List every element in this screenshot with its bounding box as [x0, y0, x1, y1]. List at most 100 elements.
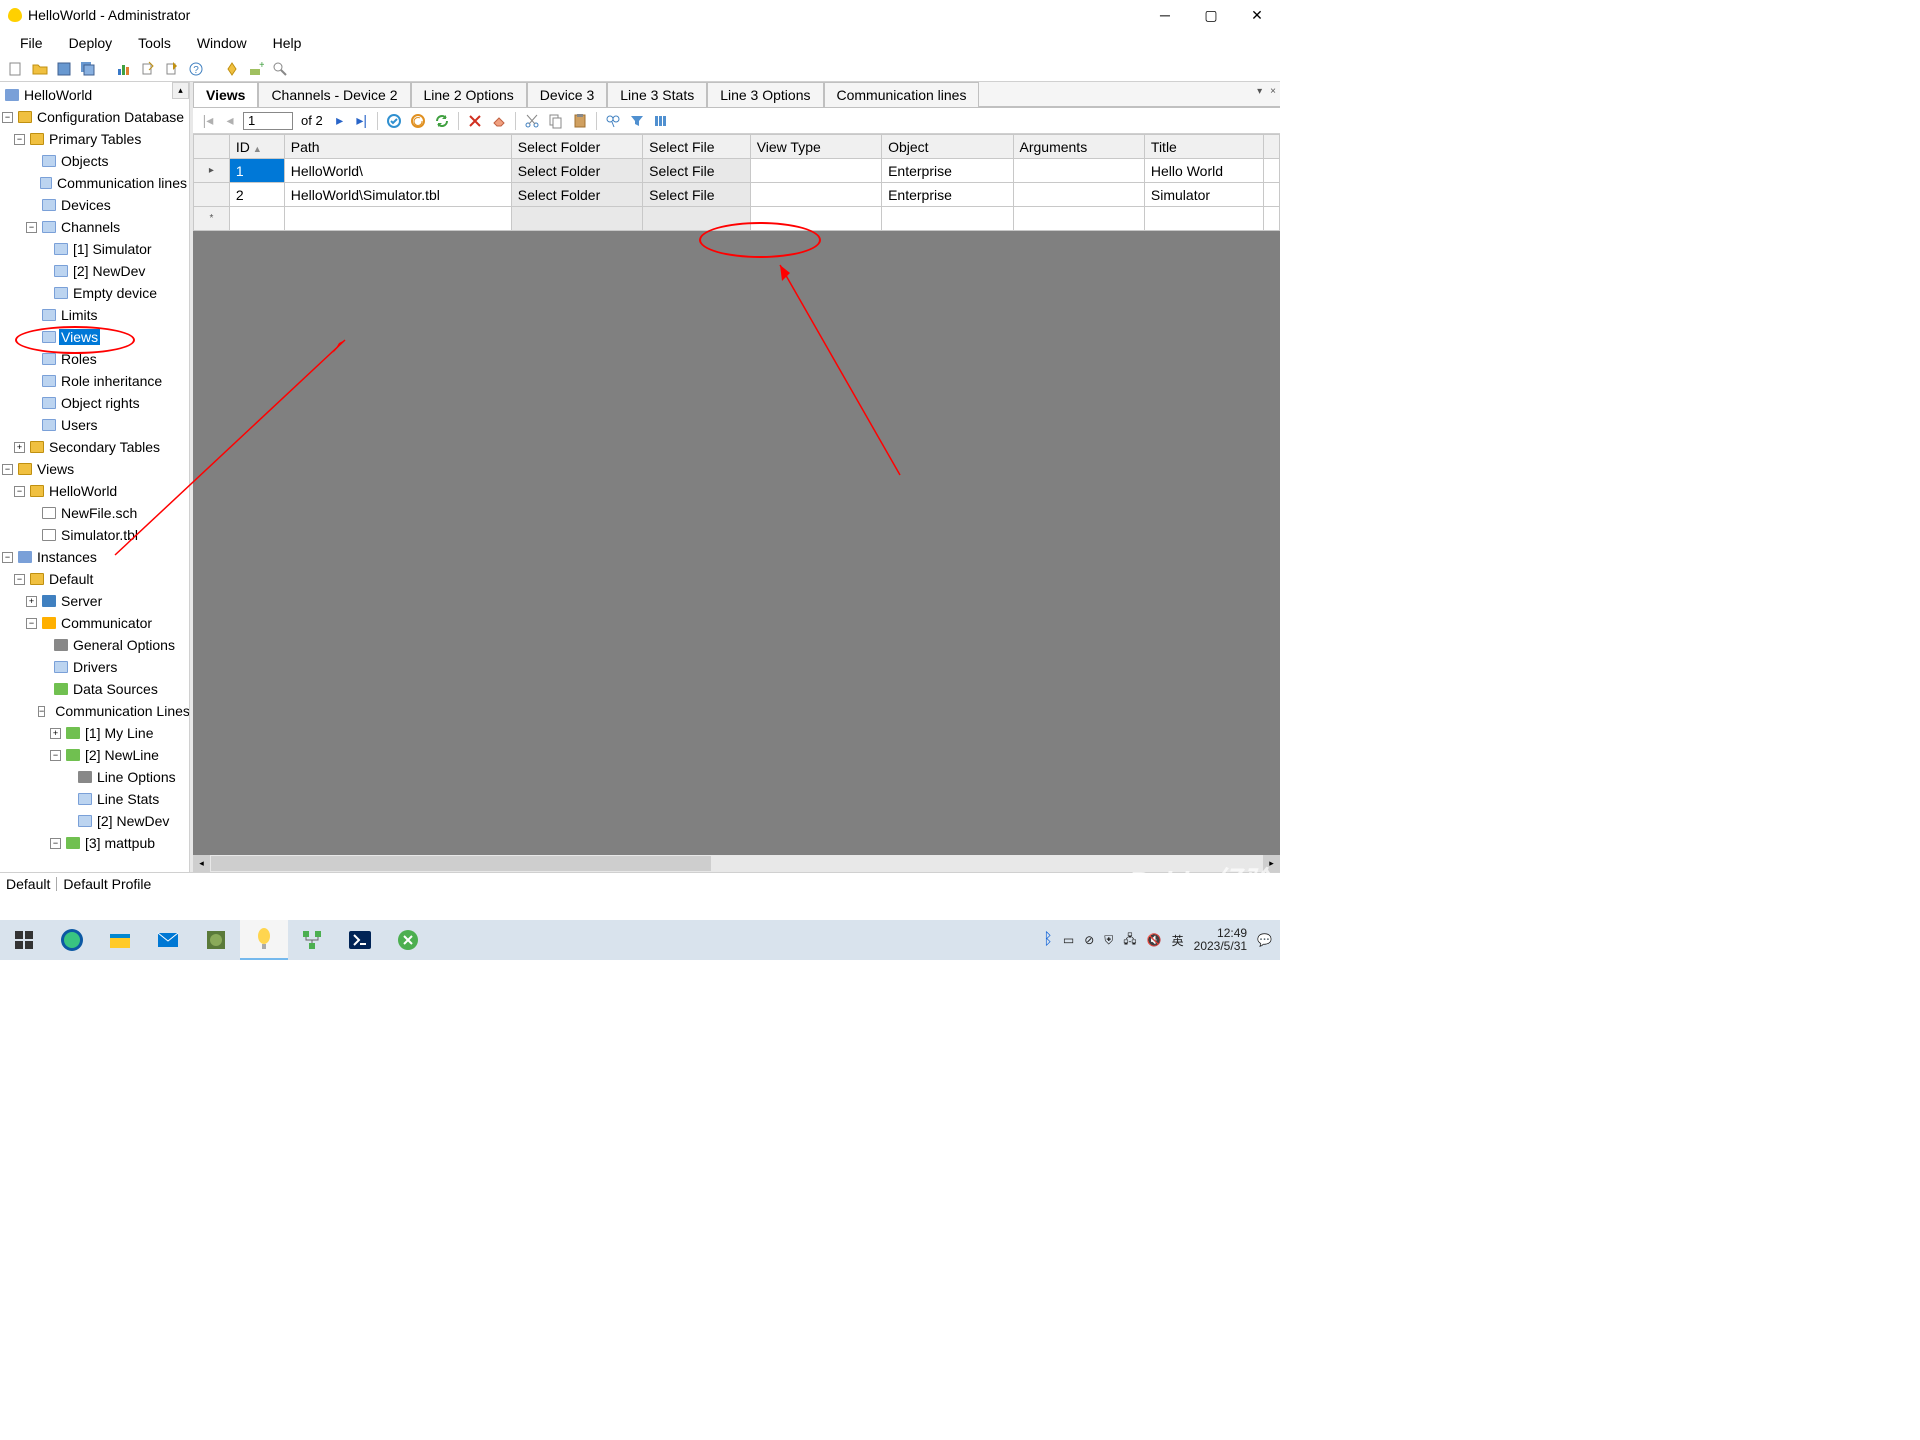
tray-shield-icon[interactable]: ⛨ — [1104, 933, 1113, 948]
apply-icon[interactable] — [384, 111, 404, 131]
tree-objrights[interactable]: Object rights — [0, 392, 189, 414]
tree-hw[interactable]: −HelloWorld — [0, 480, 189, 502]
col-selfolder[interactable]: Select Folder — [511, 135, 642, 159]
menu-tools[interactable]: Tools — [126, 31, 183, 55]
tree-scroll-up[interactable]: ▴ — [172, 82, 189, 99]
cell-id[interactable]: 2 — [229, 183, 284, 207]
task-mail[interactable] — [144, 920, 192, 960]
tree-myline[interactable]: +[1] My Line — [0, 722, 189, 744]
clear-icon[interactable] — [489, 111, 509, 131]
tab-commlines[interactable]: Communication lines — [824, 82, 980, 107]
tree-viewsfolder[interactable]: −Views — [0, 458, 189, 480]
cell-args[interactable] — [1013, 159, 1144, 183]
bluetooth-icon[interactable]: ᛒ — [1043, 931, 1053, 949]
menu-window[interactable]: Window — [185, 31, 259, 55]
task-edge[interactable] — [48, 920, 96, 960]
refresh-icon[interactable] — [432, 111, 452, 131]
menu-deploy[interactable]: Deploy — [57, 31, 125, 55]
new-icon[interactable] — [6, 59, 26, 79]
col-path[interactable]: Path — [284, 135, 511, 159]
task-explorer[interactable] — [96, 920, 144, 960]
tree-channels[interactable]: −Channels — [0, 216, 189, 238]
tree-ch2[interactable]: [2] NewDev — [0, 260, 189, 282]
scroll-left-icon[interactable]: ◂ — [193, 855, 210, 872]
tree-roles[interactable]: Roles — [0, 348, 189, 370]
tree-cfgdb[interactable]: −Configuration Database — [0, 106, 189, 128]
ime-indicator[interactable]: 英 — [1172, 932, 1184, 949]
close-button[interactable]: ✕ — [1234, 0, 1280, 30]
tree-simtbl[interactable]: Simulator.tbl — [0, 524, 189, 546]
add-icon[interactable]: + — [246, 59, 266, 79]
nav-prev-icon[interactable]: ◂ — [221, 112, 239, 130]
tree-lineopt[interactable]: Line Options — [0, 766, 189, 788]
grid-row[interactable]: ▸ 1 HelloWorld\ Select Folder Select Fil… — [194, 159, 1280, 183]
save-icon[interactable] — [54, 59, 74, 79]
menu-file[interactable]: File — [8, 31, 55, 55]
filter-icon[interactable] — [627, 111, 647, 131]
tree-objects[interactable]: Objects — [0, 150, 189, 172]
tree-communicator[interactable]: −Communicator — [0, 612, 189, 634]
cell-path[interactable]: HelloWorld\Simulator.tbl — [284, 183, 511, 207]
tray-block-icon[interactable]: ⊘ — [1084, 933, 1094, 947]
menu-help[interactable]: Help — [261, 31, 314, 55]
cell-id[interactable]: 1 — [229, 159, 284, 183]
paste-icon[interactable] — [570, 111, 590, 131]
page-input[interactable] — [243, 112, 293, 130]
notifications-icon[interactable]: 💬 — [1257, 933, 1272, 947]
tree-instances[interactable]: −Instances — [0, 546, 189, 568]
autosize-icon[interactable] — [651, 111, 671, 131]
tree-newdev2[interactable]: [2] NewDev — [0, 810, 189, 832]
tree-roleinh[interactable]: Role inheritance — [0, 370, 189, 392]
volume-icon[interactable]: 🔇 — [1147, 933, 1162, 947]
copy-icon[interactable] — [546, 111, 566, 131]
tree-server[interactable]: +Server — [0, 590, 189, 612]
help-icon[interactable]: ? — [186, 59, 206, 79]
tab-dropdown[interactable]: ▾ — [1253, 82, 1266, 107]
tree-commlines[interactable]: Communication lines — [0, 172, 189, 194]
task-app[interactable] — [384, 920, 432, 960]
tray-network-icon[interactable]: 🖧 — [1123, 930, 1136, 951]
cancel-icon[interactable] — [408, 111, 428, 131]
tree-ch1[interactable]: [1] Simulator — [0, 238, 189, 260]
cell-selfile[interactable]: Select File — [643, 159, 751, 183]
tree-drivers[interactable]: Drivers — [0, 656, 189, 678]
tab-line3-stats[interactable]: Line 3 Stats — [607, 82, 707, 107]
tab-views[interactable]: Views — [193, 82, 258, 107]
cell-viewtype[interactable] — [750, 159, 881, 183]
tab-line2-options[interactable]: Line 2 Options — [411, 82, 527, 107]
tree-users[interactable]: Users — [0, 414, 189, 436]
cell-object[interactable]: Enterprise — [882, 183, 1013, 207]
search-icon[interactable] — [270, 59, 290, 79]
col-viewtype[interactable]: View Type — [750, 135, 881, 159]
tree-root[interactable]: HelloWorld — [0, 84, 189, 106]
tree-secondary[interactable]: +Secondary Tables — [0, 436, 189, 458]
tree-default[interactable]: −Default — [0, 568, 189, 590]
data-grid[interactable]: ID▲ Path Select Folder Select File View … — [193, 134, 1280, 231]
tree-commlines2[interactable]: −Communication Lines — [0, 700, 189, 722]
cell-selfile[interactable]: Select File — [643, 183, 751, 207]
tree-linestats[interactable]: Line Stats — [0, 788, 189, 810]
cell-selfolder[interactable]: Select Folder — [511, 183, 642, 207]
tree-limits[interactable]: Limits — [0, 304, 189, 326]
cut-icon[interactable] — [522, 111, 542, 131]
nav-next-icon[interactable]: ▸ — [331, 112, 349, 130]
nav-first-icon[interactable]: |◂ — [199, 112, 217, 130]
delete-icon[interactable] — [465, 111, 485, 131]
nav-last-icon[interactable]: ▸| — [353, 112, 371, 130]
tab-device3[interactable]: Device 3 — [527, 82, 607, 107]
tree-primary[interactable]: −Primary Tables — [0, 128, 189, 150]
grid-row[interactable]: 2 HelloWorld\Simulator.tbl Select Folder… — [194, 183, 1280, 207]
cell-object[interactable]: Enterprise — [882, 159, 1013, 183]
cell-path[interactable]: HelloWorld\ — [284, 159, 511, 183]
tree-newline[interactable]: −[2] NewLine — [0, 744, 189, 766]
cell-args[interactable] — [1013, 183, 1144, 207]
tree-datasrc[interactable]: Data Sources — [0, 678, 189, 700]
tab-close[interactable]: × — [1266, 82, 1280, 107]
col-selfile[interactable]: Select File — [643, 135, 751, 159]
tree-ch3[interactable]: Empty device — [0, 282, 189, 304]
col-object[interactable]: Object — [882, 135, 1013, 159]
open-icon[interactable] — [30, 59, 50, 79]
taskbar-clock[interactable]: 12:49 2023/5/31 — [1194, 927, 1247, 953]
tree-devices[interactable]: Devices — [0, 194, 189, 216]
task-servermanager[interactable] — [192, 920, 240, 960]
